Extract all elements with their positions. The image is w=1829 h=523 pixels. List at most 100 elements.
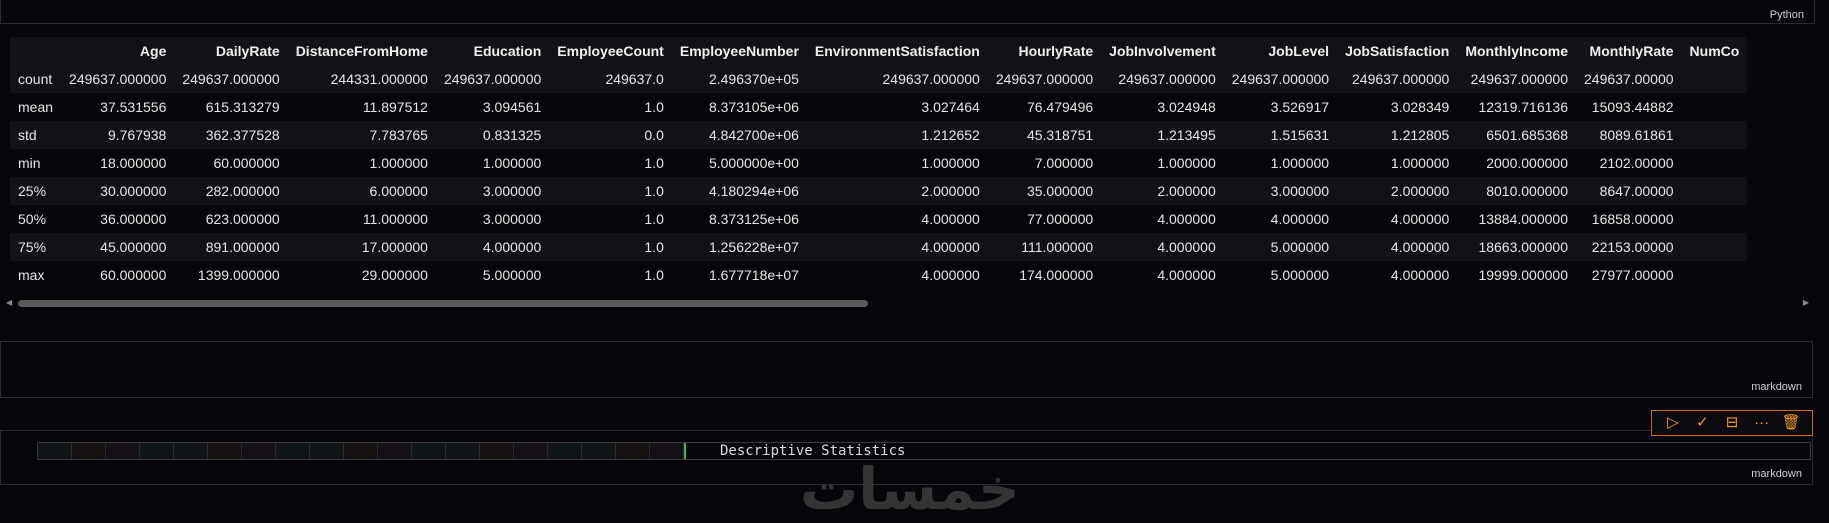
table-cell: 249637.00000 bbox=[1584, 71, 1674, 87]
table-cell: 1.000000 bbox=[1157, 155, 1216, 171]
table-cell bbox=[1682, 65, 1748, 93]
table-cell: 77.000000 bbox=[1026, 211, 1094, 227]
table-cell: 3.526917 bbox=[1270, 99, 1330, 115]
table-cell: 615.313279 bbox=[205, 99, 280, 115]
table-cell: 2.000000 bbox=[1157, 183, 1216, 199]
indent-guide bbox=[140, 443, 174, 459]
table-cell: 249637.000000 bbox=[69, 71, 167, 87]
cell-toolbar: ▷ ✓ ⊟ ··· 🗑 bbox=[1651, 410, 1813, 436]
horizontal-scrollbar[interactable]: ◀ ▶ bbox=[0, 296, 1815, 310]
table-cell: 37.531556 bbox=[100, 99, 167, 115]
table-cell: 4.000000 bbox=[921, 211, 980, 227]
table-cell: 29.000000 bbox=[361, 267, 428, 283]
table-cell bbox=[1682, 149, 1748, 177]
table-row: count 249637.000000 249637.000000 244331.00… bbox=[10, 65, 1748, 93]
table-cell: 1.0 bbox=[644, 267, 664, 283]
table-cell: 4.000000 bbox=[1390, 239, 1450, 255]
table-cell: 8089.61861 bbox=[1599, 127, 1674, 143]
table-cell: 36.000000 bbox=[100, 211, 167, 227]
column-header: HourlyRate bbox=[1018, 43, 1094, 59]
table-cell: 3.094561 bbox=[482, 99, 542, 115]
table-cell: 1.0 bbox=[644, 99, 664, 115]
split-cell-button[interactable]: ⊟ bbox=[1722, 413, 1742, 433]
table-cell: 1.000000 bbox=[1270, 155, 1330, 171]
indent-guide bbox=[344, 443, 378, 459]
table-cell: 45.318751 bbox=[1026, 127, 1094, 143]
render-check-button[interactable]: ✓ bbox=[1692, 413, 1712, 433]
table-cell: 3.000000 bbox=[482, 183, 542, 199]
table-header-row: Age DailyRate DistanceFromHome Education Emp… bbox=[10, 37, 1748, 65]
table-cell: 13884.000000 bbox=[1478, 211, 1568, 227]
table-cell: 12319.716136 bbox=[1478, 99, 1568, 115]
table-cell: 4.000000 bbox=[1390, 267, 1450, 283]
table-cell: 4.000000 bbox=[1390, 211, 1450, 227]
table-cell: 174.000000 bbox=[1019, 267, 1094, 283]
table-cell: 8.373125e+06 bbox=[708, 211, 799, 227]
table-cell: 362.377528 bbox=[205, 127, 280, 143]
column-header: DistanceFromHome bbox=[295, 43, 428, 59]
table-cell: 1.677718e+07 bbox=[708, 267, 799, 283]
table-cell: 35.000000 bbox=[1026, 183, 1094, 199]
table-cell: 15093.44882 bbox=[1591, 99, 1674, 115]
table-cell: 19999.000000 bbox=[1478, 267, 1568, 283]
table-cell: 4.000000 bbox=[921, 267, 980, 283]
scrollbar-thumb[interactable] bbox=[18, 300, 868, 307]
table-cell: 2102.00000 bbox=[1599, 155, 1674, 171]
indent-guide bbox=[310, 443, 344, 459]
table-row: 50% 36.000000 623.000000 11.000000 3.000000 1… bbox=[10, 205, 1748, 233]
table-cell: 4.000000 bbox=[482, 239, 542, 255]
row-label: mean bbox=[18, 99, 54, 115]
table-cell: 4.842700e+06 bbox=[708, 127, 799, 143]
table-cell: 282.000000 bbox=[205, 183, 280, 199]
table-cell: 1.0 bbox=[644, 155, 664, 171]
table-cell: 4.000000 bbox=[1157, 211, 1216, 227]
more-actions-button[interactable]: ··· bbox=[1752, 413, 1772, 433]
table-cell: 11.000000 bbox=[362, 211, 428, 227]
table-cell: 623.000000 bbox=[205, 211, 280, 227]
table-cell: 7.783765 bbox=[369, 127, 428, 143]
table-cell: 1.0 bbox=[644, 183, 664, 199]
row-label: 50% bbox=[18, 211, 47, 227]
table-cell: 0.831325 bbox=[482, 127, 542, 143]
table-cell: 8647.00000 bbox=[1599, 183, 1674, 199]
column-header: JobLevel bbox=[1268, 43, 1330, 59]
table-cell: 1.000000 bbox=[369, 155, 428, 171]
cell-language-label[interactable]: Python bbox=[1770, 9, 1804, 21]
table-cell bbox=[1682, 205, 1748, 233]
table-cell: 249637.000000 bbox=[1470, 71, 1568, 87]
run-cell-button[interactable]: ▷ bbox=[1663, 413, 1683, 433]
table-cell: 76.479496 bbox=[1026, 99, 1094, 115]
row-label: min bbox=[18, 155, 41, 171]
table-cell: 8010.000000 bbox=[1486, 183, 1568, 199]
indent-guide bbox=[582, 443, 616, 459]
table-cell bbox=[1682, 121, 1748, 149]
scroll-right-icon[interactable]: ▶ bbox=[1803, 298, 1809, 307]
table-cell: 22153.00000 bbox=[1591, 239, 1674, 255]
table-cell: 3.024948 bbox=[1157, 99, 1216, 115]
code-cell-top[interactable]: Python bbox=[0, 0, 1815, 24]
table-cell: 1.212805 bbox=[1390, 127, 1450, 143]
table-cell bbox=[1682, 233, 1748, 261]
markdown-cell-empty[interactable]: markdown bbox=[0, 341, 1813, 398]
table-cell: 249637.000000 bbox=[995, 71, 1094, 87]
cell-language-label[interactable]: markdown bbox=[1751, 381, 1802, 393]
indent-guide bbox=[174, 443, 208, 459]
table-cell: 1399.000000 bbox=[197, 267, 280, 283]
cell-language-label[interactable]: markdown bbox=[1751, 468, 1802, 480]
table-cell: 249637.000000 bbox=[182, 71, 280, 87]
table-cell: 17.000000 bbox=[361, 239, 428, 255]
table-cell: 5.000000e+00 bbox=[708, 155, 799, 171]
table-row: std 9.767938 362.377528 7.783765 0.831325 0.0… bbox=[10, 121, 1748, 149]
scroll-left-icon[interactable]: ◀ bbox=[6, 298, 12, 307]
delete-cell-button[interactable]: 🗑 bbox=[1781, 413, 1801, 433]
indent-guide bbox=[106, 443, 140, 459]
table-cell bbox=[1682, 93, 1748, 121]
column-header: EmployeeCount bbox=[557, 43, 664, 59]
table-cell: 1.000000 bbox=[1390, 155, 1450, 171]
table-cell: 4.000000 bbox=[1270, 211, 1330, 227]
table-row: 25% 30.000000 282.000000 6.000000 3.000000 1.… bbox=[10, 177, 1748, 205]
indent-guide bbox=[242, 443, 276, 459]
table-cell: 1.000000 bbox=[921, 155, 980, 171]
table-cell: 60.000000 bbox=[100, 267, 167, 283]
table-cell: 5.000000 bbox=[1270, 267, 1330, 283]
